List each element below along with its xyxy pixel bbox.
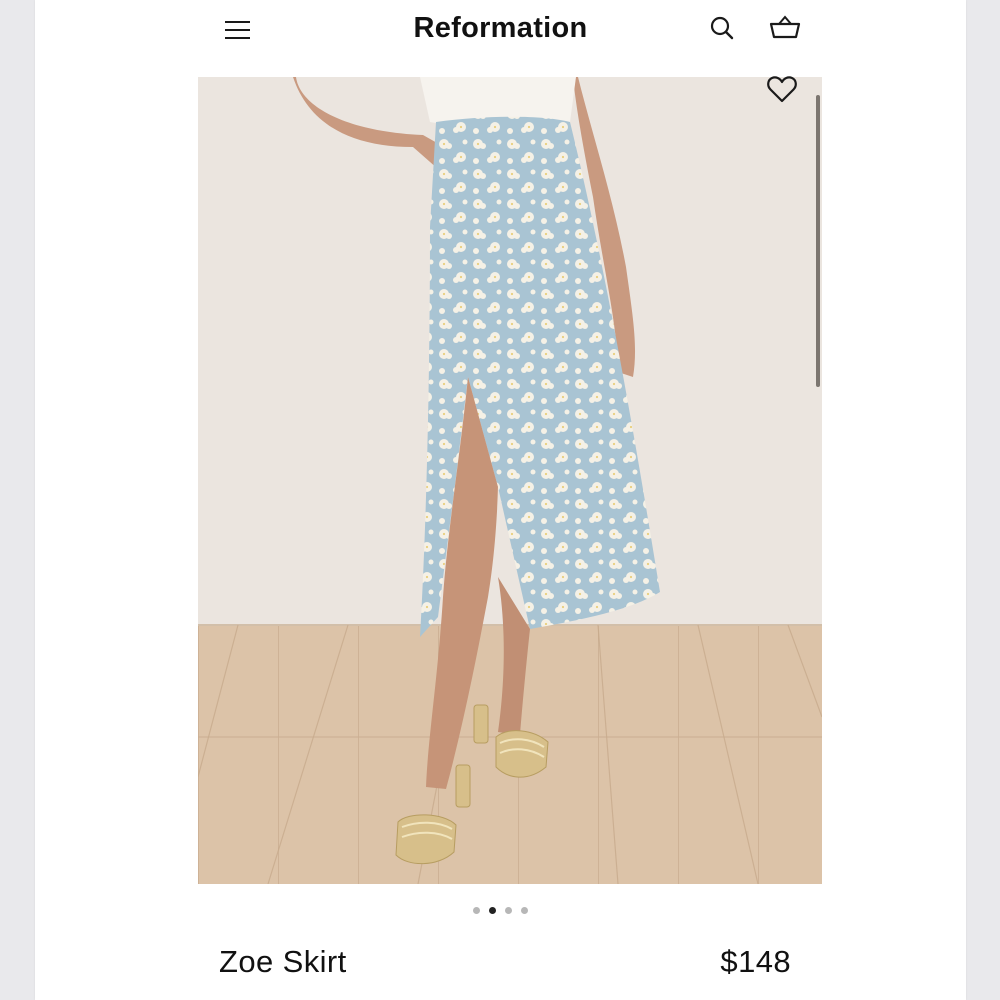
carousel-dot-4[interactable]	[521, 907, 528, 914]
carousel-dot-3[interactable]	[505, 907, 512, 914]
carousel-dots	[35, 907, 966, 914]
product-name: Zoe Skirt	[219, 944, 347, 979]
carousel-dot-2[interactable]	[489, 907, 496, 914]
scrollbar-thumb[interactable]	[816, 95, 820, 387]
site-header: Reformation	[35, 0, 966, 60]
brand-logo[interactable]: Reformation	[35, 12, 966, 45]
heart-outline-icon[interactable]	[765, 72, 799, 106]
phone-screen: Reformation Zoe Skirt $148	[35, 0, 966, 1000]
carousel-dot-1[interactable]	[473, 907, 480, 914]
search-icon[interactable]	[706, 12, 738, 44]
shopping-basket-icon[interactable]	[767, 12, 801, 44]
product-price: $148	[720, 944, 791, 979]
product-image[interactable]	[198, 77, 822, 884]
